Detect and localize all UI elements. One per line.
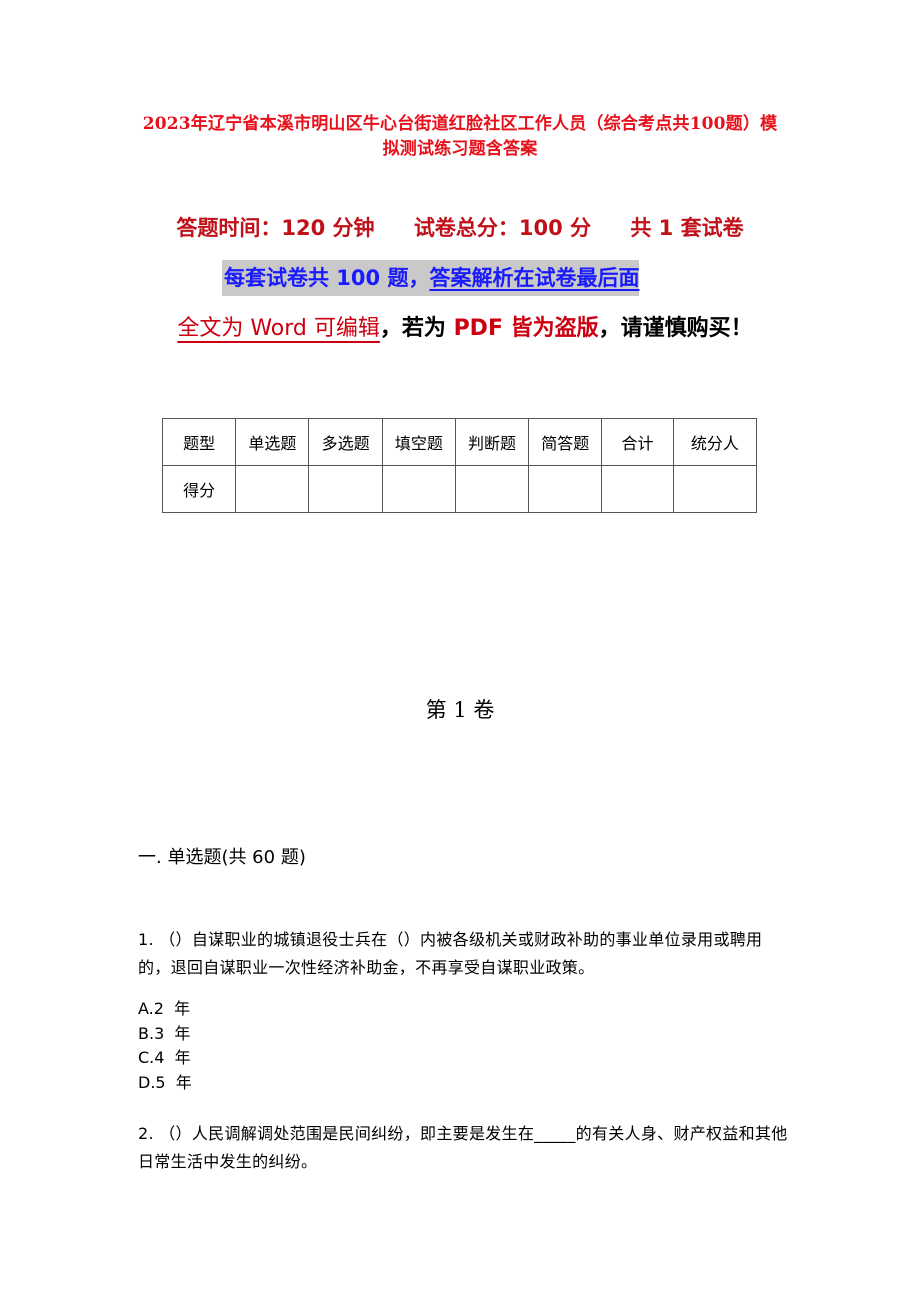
volume-heading: 第 1 卷 <box>425 698 495 722</box>
word-editable-note: 全文为 Word 可编辑 <box>177 316 380 341</box>
option-a: A.2 年 <box>138 999 191 1018</box>
notice-text-2: ，请谨慎购买！ <box>598 316 753 341</box>
answer-analysis-note: 答案解析在试卷最后面 <box>429 266 640 290</box>
score-cell <box>308 465 383 513</box>
header-cell: 单选题 <box>235 418 310 466</box>
question-1-options: A.2 年 B.3 年 C.4 年 D.5 年 <box>138 997 192 1095</box>
section-heading: 一. 单选题(共 60 题) <box>138 847 306 868</box>
question-count-note: 每套试卷共 100 题， <box>224 266 430 290</box>
exam-meta: 答题时间：120 分钟 试卷总分：100 分 共 1 套试卷 <box>160 212 760 242</box>
option-b: B.3 年 <box>138 1023 191 1043</box>
score-cell <box>528 465 603 513</box>
question-1-text: 1. （）自谋职业的城镇退役士兵在（）内被各级机关或财政补助的事业单位录用或聘用… <box>138 930 763 977</box>
header-cell: 填空题 <box>381 418 456 466</box>
header-cell: 合计 <box>601 418 674 466</box>
piracy-notice: 全文为 Word 可编辑，若为 PDF 皆为盗版，请谨慎购买！ <box>150 306 780 352</box>
score-cell <box>672 465 758 513</box>
score-cell <box>381 465 456 513</box>
score-table-score-row: 得分 <box>161 465 758 513</box>
notice-text-1: ，若为 <box>379 316 454 341</box>
score-cell <box>454 465 530 513</box>
header-cell: 多选题 <box>308 418 383 466</box>
score-cell <box>235 465 310 513</box>
document-title: 2023年辽宁省本溪市明山区牛心台街道红脸社区工作人员（综合考点共100题）模拟… <box>142 114 778 159</box>
score-cell <box>601 465 674 513</box>
pdf-piracy-note: PDF 皆为盗版 <box>453 316 599 341</box>
exam-total-score: 试卷总分：100 分 <box>413 216 592 240</box>
option-d: D.5 年 <box>138 1072 192 1092</box>
row-label-cell: 得分 <box>161 465 237 513</box>
question-2-text: 2. （）人民调解调处范围是民间纠纷，即主要是发生在_____的有关人身、财产权… <box>138 1124 788 1171</box>
score-table: 题型 单选题 多选题 填空题 判断题 简答题 合计 统分人 得分 <box>161 418 758 513</box>
option-c: C.4 年 <box>138 1048 191 1067</box>
header-cell: 简答题 <box>528 418 603 466</box>
exam-time: 答题时间：120 分钟 <box>176 216 375 240</box>
header-cell: 统分人 <box>672 418 758 466</box>
header-cell: 题型 <box>161 418 237 466</box>
header-cell: 判断题 <box>454 418 530 466</box>
score-table-header-row: 题型 单选题 多选题 填空题 判断题 简答题 合计 统分人 <box>161 418 758 466</box>
answer-location-note: 每套试卷共 100 题，答案解析在试卷最后面 <box>222 260 640 296</box>
exam-sets: 共 1 套试卷 <box>630 216 744 240</box>
